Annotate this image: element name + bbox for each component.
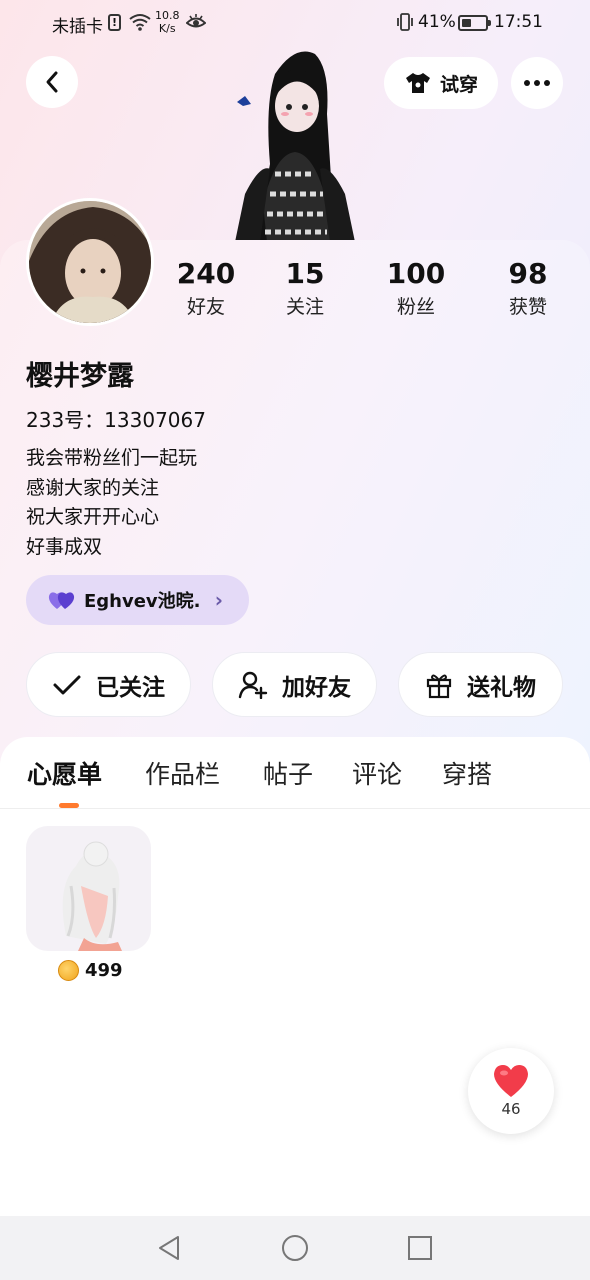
fan-group-badge[interactable]: Eghvev池晥. ›	[26, 575, 249, 625]
battery-icon	[458, 15, 491, 31]
stats-row: 240 好友 15 关注 100 粉丝 98 获赞	[150, 256, 590, 326]
tab-works[interactable]: 作品栏	[145, 755, 220, 791]
avatar-photo	[29, 201, 151, 323]
vibrate-icon	[397, 13, 413, 31]
wishlist-item[interactable]	[26, 826, 151, 951]
net-speed-value: 10.8	[155, 9, 180, 22]
tshirt-icon	[405, 73, 430, 93]
eye-comfort-icon	[186, 14, 206, 28]
more-dot	[534, 80, 540, 86]
fan-group-name: Eghvev池晥.	[84, 591, 201, 612]
content-panel: 心愿单 作品栏 帖子 评论 穿搭 499	[0, 737, 590, 1217]
status-bar: 未插卡 ! 10.8 K/s 41% 17:51	[0, 0, 590, 46]
more-dot	[524, 80, 530, 86]
bio-line: 好事成双	[26, 535, 103, 558]
price-value: 499	[85, 960, 123, 981]
more-dot	[544, 80, 550, 86]
bio-line: 我会带粉丝们一起玩	[26, 447, 198, 469]
system-nav-bar	[0, 1216, 590, 1280]
net-speed-unit: K/s	[158, 22, 176, 35]
tab-wishlist[interactable]: 心愿单	[27, 755, 102, 791]
double-heart-icon	[48, 592, 75, 609]
bio-line: 祝大家开开心心	[26, 506, 160, 528]
gift-icon	[426, 674, 452, 698]
stat-label: 粉丝	[396, 296, 435, 318]
try-on-label: 试穿	[439, 73, 478, 96]
add-user-icon	[238, 671, 268, 699]
nav-home-icon[interactable]	[281, 1234, 309, 1262]
check-icon	[53, 675, 81, 694]
sim-warning-icon: !	[108, 14, 121, 31]
stat-value: 98	[508, 257, 548, 290]
net-speed: 10.8 K/s	[155, 9, 180, 35]
followed-button[interactable]: 已关注	[26, 652, 191, 717]
add-friend-button[interactable]: 加好友	[212, 652, 377, 717]
battery-percent: 41%	[418, 12, 456, 32]
wifi-icon	[129, 14, 151, 31]
tab-comments[interactable]: 评论	[352, 755, 402, 791]
nav-back-icon[interactable]	[156, 1234, 182, 1262]
followed-label: 已关注	[96, 674, 165, 701]
carrier-label: 未插卡	[52, 17, 103, 37]
like-button[interactable]: 46	[468, 1048, 554, 1134]
bio-line: 感谢大家的关注	[26, 476, 160, 499]
nickname: 樱井梦露	[26, 361, 134, 392]
try-on-button[interactable]: 试穿	[384, 57, 498, 109]
chevron-right-icon: ›	[214, 588, 223, 612]
stat-likes[interactable]: 98 获赞	[473, 256, 583, 322]
tab-indicator	[59, 803, 79, 808]
hairstyle-thumbnail	[62, 841, 122, 951]
nav-recents-icon[interactable]	[407, 1234, 433, 1262]
stat-fans[interactable]: 100 粉丝	[361, 256, 471, 322]
back-button[interactable]	[26, 56, 78, 108]
stat-label: 关注	[285, 296, 324, 318]
stat-value: 100	[386, 257, 446, 290]
send-gift-label: 送礼物	[467, 674, 536, 701]
tab-outfits[interactable]: 穿搭	[442, 755, 492, 791]
bio: 我会带粉丝们一起玩 感谢大家的关注 祝大家开开心心 好事成双	[26, 444, 197, 562]
user-id: 233号：13307067	[26, 408, 206, 432]
heart-icon	[494, 1065, 528, 1097]
battery-fill	[462, 19, 471, 27]
coin-icon	[58, 960, 79, 981]
avatar[interactable]	[26, 198, 154, 326]
send-gift-button[interactable]: 送礼物	[398, 652, 563, 717]
stat-friends[interactable]: 240 好友	[151, 256, 261, 322]
like-count: 46	[501, 1100, 521, 1118]
wishlist-price: 499	[58, 960, 123, 981]
stat-label: 好友	[186, 296, 225, 318]
clock: 17:51	[494, 12, 543, 32]
stat-value: 15	[285, 257, 325, 290]
stat-following[interactable]: 15 关注	[250, 256, 360, 322]
chevron-left-icon	[46, 71, 58, 93]
more-button[interactable]	[511, 57, 563, 109]
tab-bar: 心愿单 作品栏 帖子 评论 穿搭	[0, 737, 590, 809]
tab-posts[interactable]: 帖子	[263, 755, 313, 791]
stat-value: 240	[176, 257, 236, 290]
add-friend-label: 加好友	[282, 674, 351, 701]
avatar-character	[235, 51, 355, 242]
stat-label: 获赞	[508, 296, 547, 318]
